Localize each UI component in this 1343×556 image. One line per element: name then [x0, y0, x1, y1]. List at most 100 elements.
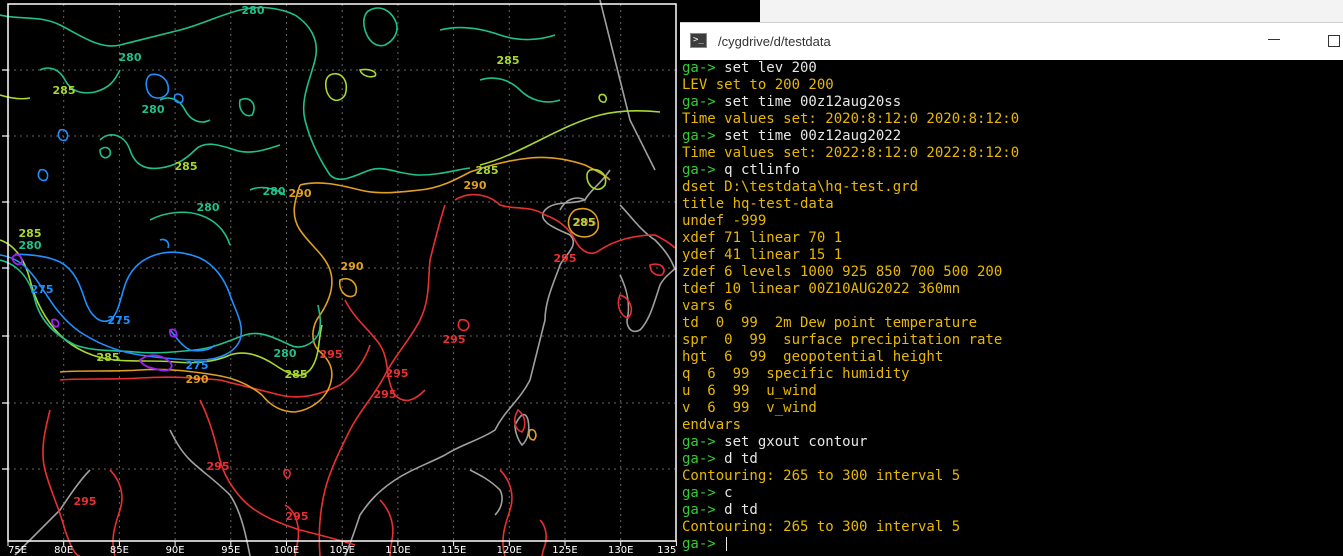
- text-cursor: [726, 537, 728, 551]
- output-text: zdef 6 levels 1000 925 850 700 500 200: [682, 264, 1003, 280]
- x-tick-label: 105E: [329, 545, 354, 556]
- contour-label: 295: [286, 510, 309, 523]
- prompt: ga->: [682, 128, 716, 144]
- contour-label: 280: [263, 185, 286, 198]
- x-tick-label: 135: [657, 545, 676, 556]
- output-text: ydef 41 linear 15 1: [682, 247, 843, 263]
- terminal-icon: >_: [690, 33, 707, 48]
- output-text: spr 0 99 surface precipitation rate: [682, 332, 1003, 348]
- output-text: Contouring: 265 to 300 interval 5: [682, 468, 961, 484]
- contour-295: [42, 193, 676, 556]
- output-line: dset D:\testdata\hq-test.grd: [682, 179, 1342, 196]
- command-line: ga-> d td: [682, 502, 1342, 519]
- output-line: td 0 99 2m Dew point temperature: [682, 315, 1342, 332]
- x-tick-label: 85E: [110, 545, 129, 556]
- contour-label: 290: [464, 179, 487, 192]
- contour-label: 280: [242, 4, 265, 17]
- contour-label: 280: [274, 347, 297, 360]
- x-tick-label: 75E: [8, 545, 27, 556]
- output-line: xdef 71 linear 70 1: [682, 230, 1342, 247]
- command-line: ga-> c: [682, 485, 1342, 502]
- output-line: tdef 10 linear 00Z10AUG2022 360mn: [682, 281, 1342, 298]
- grads-plot-window: 75E 80E 85E 90E 95E 100E 105E 110E 115E 120E 125E 1…: [0, 0, 680, 556]
- terminal-titlebar[interactable]: >_ /cygdrive/d/testdata: [680, 22, 1343, 60]
- output-line: v 6 99 v_wind: [682, 400, 1342, 417]
- command-text: set time 00z12aug2022: [715, 128, 902, 144]
- output-text: LEV set to 200 200: [682, 77, 834, 93]
- contour-label: 290: [341, 260, 364, 273]
- output-line: q 6 99 specific humidity: [682, 366, 1342, 383]
- command-line: ga-> set lev 200: [682, 60, 1342, 77]
- x-tick-label: 120E: [497, 545, 522, 556]
- output-text: endvars: [682, 417, 742, 433]
- contour-label: 285: [175, 160, 198, 173]
- output-text: Time values set: 2020:8:12:0 2020:8:12:0: [682, 111, 1020, 127]
- x-tick-label: 95E: [221, 545, 240, 556]
- contour-label: 290: [289, 187, 312, 200]
- output-line: Time values set: 2020:8:12:0 2020:8:12:0: [682, 111, 1342, 128]
- command-line: ga-> d td: [682, 451, 1342, 468]
- output-text: dset D:\testdata\hq-test.grd: [682, 179, 919, 195]
- output-line: Time values set: 2022:8:12:0 2022:8:12:0: [682, 145, 1342, 162]
- output-text: xdef 71 linear 70 1: [682, 230, 843, 246]
- output-text: Time values set: 2022:8:12:0 2022:8:12:0: [682, 145, 1020, 161]
- prompt: ga->: [682, 162, 716, 178]
- contour-label: 295: [554, 252, 577, 265]
- command-text: c: [715, 485, 733, 501]
- command-text: d td: [715, 502, 758, 518]
- output-line: Contouring: 265 to 300 interval 5: [682, 468, 1342, 485]
- prompt: ga->: [682, 536, 716, 552]
- output-line: LEV set to 200 200: [682, 77, 1342, 94]
- contour-label: 285: [19, 227, 42, 240]
- x-tick-label: 125E: [552, 545, 577, 556]
- contour-290: [59, 156, 611, 441]
- contour-label: 275: [31, 283, 54, 296]
- output-text: Contouring: 265 to 300 interval 5: [682, 519, 961, 535]
- output-line: Contouring: 265 to 300 interval 5: [682, 519, 1342, 536]
- prompt: ga->: [682, 502, 716, 518]
- output-text: title hq-test-data: [682, 196, 834, 212]
- output-text: tdef 10 linear 00Z10AUG2022 360mn: [682, 281, 961, 297]
- contour-label: 285: [476, 164, 499, 177]
- output-line: ydef 41 linear 15 1: [682, 247, 1342, 264]
- command-line: ga-> set gxout contour: [682, 434, 1342, 451]
- output-line: zdef 6 levels 1000 925 850 700 500 200: [682, 264, 1342, 281]
- output-line: endvars: [682, 417, 1342, 434]
- prompt: ga->: [682, 94, 716, 110]
- prompt: ga->: [682, 485, 716, 501]
- contour-label: 295: [74, 495, 97, 508]
- minimize-button[interactable]: [1268, 39, 1280, 40]
- contour-map: 75E 80E 85E 90E 95E 100E 105E 110E 115E 120E 125E 1…: [0, 0, 677, 556]
- x-tick-label: 115E: [441, 545, 466, 556]
- contour-label: 275: [186, 359, 209, 372]
- terminal-console[interactable]: ga-> set lev 200 LEV set to 200 200 ga-> s…: [682, 60, 1342, 554]
- command-text: set gxout contour: [715, 434, 868, 450]
- contour-label: 280: [119, 51, 142, 64]
- contour-label: 285: [97, 351, 120, 364]
- contour-label: 285: [573, 216, 596, 229]
- command-text: set time 00z12aug20ss: [715, 94, 902, 110]
- terminal-window[interactable]: >_ /cygdrive/d/testdata ga-> set lev 200…: [680, 22, 1343, 556]
- contour-label: 280: [142, 103, 165, 116]
- command-text: d td: [715, 451, 758, 467]
- contour-label: 295: [207, 460, 230, 473]
- prompt: ga->: [682, 60, 716, 76]
- output-line: spr 0 99 surface precipitation rate: [682, 332, 1342, 349]
- command-text: [716, 536, 724, 552]
- contour-label: 295: [320, 348, 343, 361]
- output-text: vars 6: [682, 298, 733, 314]
- x-tick-label: 80E: [54, 545, 73, 556]
- contour-label: 285: [53, 84, 76, 97]
- command-line: ga-> set time 00z12aug20ss: [682, 94, 1342, 111]
- x-axis-tick-labels: 75E 80E 85E 90E 95E 100E 105E 110E 115E 120E 125E 1…: [7, 541, 677, 556]
- output-line: vars 6: [682, 298, 1342, 315]
- output-text: u 6 99 u_wind: [682, 383, 817, 399]
- output-line: title hq-test-data: [682, 196, 1342, 213]
- x-tick-label: 110E: [385, 545, 410, 556]
- x-tick-label: 130E: [608, 545, 633, 556]
- maximize-button[interactable]: [1328, 35, 1340, 47]
- output-line: undef -999: [682, 213, 1342, 230]
- contour-label: 280: [19, 239, 42, 252]
- output-text: undef -999: [682, 213, 767, 229]
- contour-label: 295: [374, 388, 397, 401]
